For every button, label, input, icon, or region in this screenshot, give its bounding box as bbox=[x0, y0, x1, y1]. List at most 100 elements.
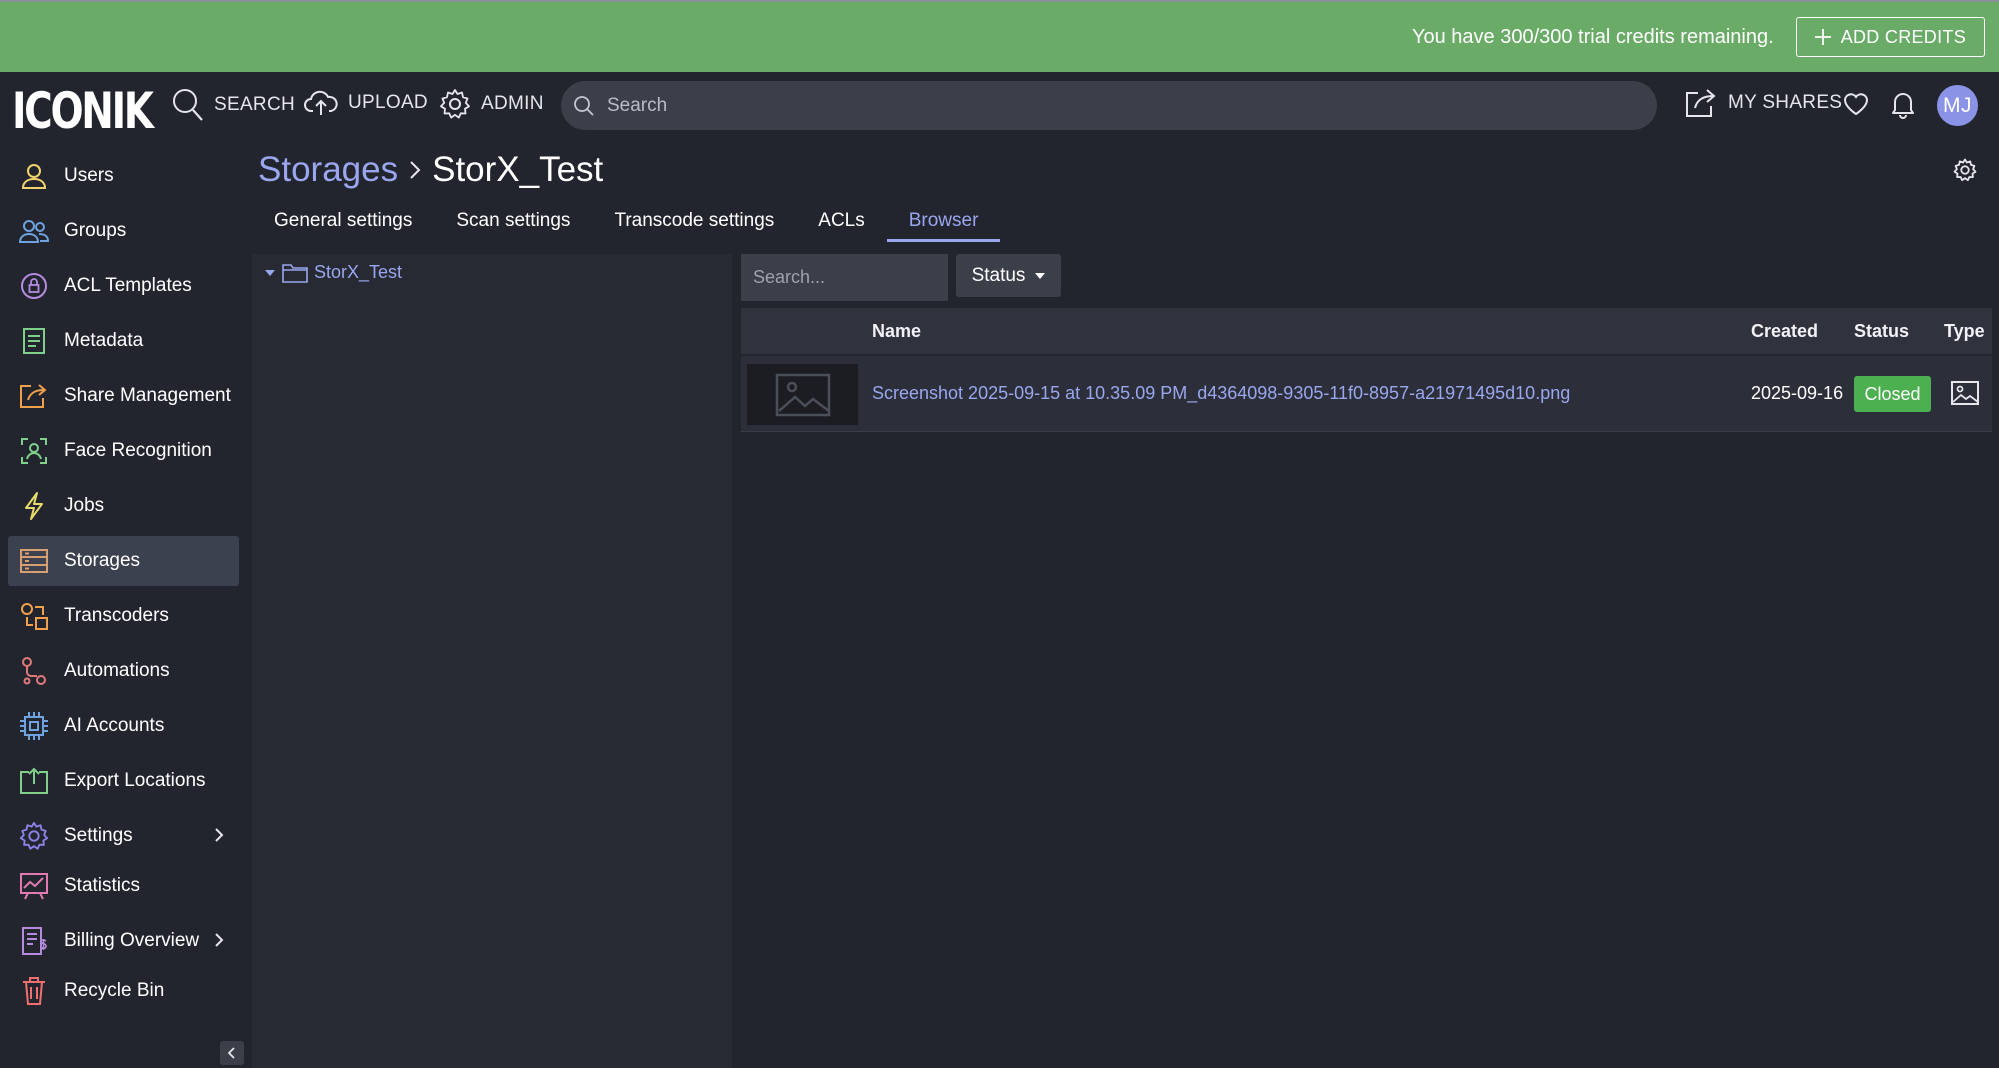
breadcrumb-storages-link[interactable]: Storages bbox=[258, 150, 398, 190]
sidebar-item-automations[interactable]: Automations bbox=[8, 646, 239, 696]
document-icon bbox=[18, 325, 50, 357]
file-name-link[interactable]: Screenshot 2025-09-15 at 10.35.09 PM_d43… bbox=[872, 383, 1570, 404]
my-shares-button[interactable]: MY SHARES bbox=[1684, 88, 1842, 118]
folder-icon bbox=[282, 263, 308, 283]
my-shares-label: MY SHARES bbox=[1728, 92, 1843, 113]
sidebar-item-label: ACL Templates bbox=[64, 275, 192, 296]
sidebar-item-storages[interactable]: Storages bbox=[8, 536, 239, 586]
user-avatar[interactable]: MJ bbox=[1937, 85, 1978, 126]
sidebar-item-label: Recycle Bin bbox=[64, 980, 165, 1001]
top-navigation: ICONIK SEARCH UPLOAD ADMIN MY SHARES bbox=[0, 72, 1999, 142]
gear-icon bbox=[18, 820, 50, 852]
storage-settings-gear-icon[interactable] bbox=[1953, 158, 1977, 182]
plus-icon bbox=[1813, 27, 1833, 47]
nav-admin-label: ADMIN bbox=[481, 93, 544, 114]
sidebar-item-export-locations[interactable]: Export Locations bbox=[8, 756, 239, 806]
tab-transcode-settings[interactable]: Transcode settings bbox=[592, 200, 796, 242]
share-icon bbox=[18, 380, 50, 412]
status-filter-dropdown[interactable]: Status bbox=[956, 254, 1061, 297]
image-placeholder-icon bbox=[775, 373, 831, 417]
sidebar-item-transcoders[interactable]: Transcoders bbox=[8, 591, 239, 641]
caret-down-icon bbox=[1035, 272, 1046, 280]
transcoder-icon bbox=[18, 600, 50, 632]
sidebar-item-ai-accounts[interactable]: AI Accounts bbox=[8, 701, 239, 751]
sidebar-item-settings[interactable]: Settings bbox=[8, 811, 239, 861]
user-icon bbox=[18, 160, 50, 192]
nav-admin-button[interactable]: ADMIN bbox=[439, 88, 544, 120]
gear-icon bbox=[439, 88, 471, 120]
sidebar-item-metadata[interactable]: Metadata bbox=[8, 316, 239, 366]
tab-general-settings[interactable]: General settings bbox=[252, 200, 434, 242]
trial-banner: You have 300/300 trial credits remaining… bbox=[0, 0, 1999, 72]
share-icon bbox=[1684, 88, 1718, 118]
folder-tree-panel: StorX_Test bbox=[252, 254, 732, 1068]
favorites-heart-icon[interactable] bbox=[1843, 91, 1869, 117]
sidebar-item-users[interactable]: Users bbox=[8, 151, 239, 201]
lock-circle-icon bbox=[18, 270, 50, 302]
chevron-right-icon bbox=[408, 159, 422, 181]
sidebar-item-recycle-bin[interactable]: Recycle Bin bbox=[8, 966, 239, 1016]
trash-icon bbox=[18, 975, 50, 1007]
file-created-date: 2025-09-16 bbox=[1751, 383, 1844, 403]
add-credits-label: ADD CREDITS bbox=[1840, 26, 1966, 47]
tab-browser[interactable]: Browser bbox=[886, 200, 1001, 242]
tree-node-label: StorX_Test bbox=[314, 262, 403, 282]
chip-icon bbox=[18, 710, 50, 742]
sidebar-item-label: Storages bbox=[64, 550, 141, 571]
global-search-bar[interactable] bbox=[561, 81, 1657, 130]
status-filter-label: Status bbox=[971, 264, 1026, 286]
search-icon bbox=[172, 88, 204, 122]
table-row[interactable]: Screenshot 2025-09-15 at 10.35.09 PM_d43… bbox=[741, 356, 1992, 432]
column-header-status[interactable]: Status bbox=[1854, 321, 1909, 342]
sidebar-item-label: Metadata bbox=[64, 330, 144, 351]
global-search-input[interactable] bbox=[605, 93, 1605, 118]
sidebar-item-label: Share Management bbox=[64, 385, 231, 406]
image-icon bbox=[1950, 380, 1980, 406]
sidebar-item-billing-overview[interactable]: Billing Overview bbox=[8, 916, 239, 966]
browser-search-input[interactable] bbox=[741, 254, 948, 301]
breadcrumb: Storages StorX_Test bbox=[258, 150, 603, 190]
users-icon bbox=[18, 215, 50, 247]
tab-acls[interactable]: ACLs bbox=[796, 200, 886, 242]
column-header-name[interactable]: Name bbox=[872, 321, 921, 342]
page-title: StorX_Test bbox=[432, 150, 604, 189]
caret-down-icon[interactable] bbox=[264, 268, 276, 278]
add-credits-button[interactable]: ADD CREDITS bbox=[1795, 17, 1985, 57]
nav-search-label: SEARCH bbox=[214, 94, 295, 115]
sidebar-item-share-management[interactable]: Share Management bbox=[8, 371, 239, 421]
admin-sidebar: Users Groups ACL Templates Metadata Shar… bbox=[0, 146, 247, 1068]
automation-icon bbox=[18, 655, 50, 687]
sidebar-item-label: Billing Overview bbox=[64, 930, 200, 951]
nav-upload-button[interactable]: UPLOAD bbox=[304, 88, 428, 118]
sidebar-item-label: Settings bbox=[64, 825, 133, 846]
file-thumbnail[interactable] bbox=[747, 364, 858, 425]
chevron-left-icon bbox=[226, 1046, 238, 1060]
face-scan-icon bbox=[18, 435, 50, 467]
iconik-logo[interactable]: ICONIK bbox=[12, 82, 154, 140]
sidebar-item-label: AI Accounts bbox=[64, 715, 165, 736]
cloud-upload-icon bbox=[304, 88, 338, 118]
tab-scan-settings[interactable]: Scan settings bbox=[434, 200, 592, 242]
sidebar-item-label: Automations bbox=[64, 660, 170, 681]
sidebar-item-label: Users bbox=[64, 165, 114, 186]
notifications-bell-icon[interactable] bbox=[1890, 89, 1916, 119]
sidebar-item-jobs[interactable]: Jobs bbox=[8, 481, 239, 531]
tree-node-root[interactable]: StorX_Test bbox=[264, 262, 402, 283]
column-header-type[interactable]: Type bbox=[1944, 321, 1985, 342]
sidebar-item-label: Face Recognition bbox=[64, 440, 212, 461]
export-icon bbox=[18, 765, 50, 797]
column-header-created[interactable]: Created bbox=[1751, 321, 1818, 342]
sidebar-item-groups[interactable]: Groups bbox=[8, 206, 239, 256]
sidebar-item-label: Transcoders bbox=[64, 605, 169, 626]
search-icon bbox=[573, 95, 595, 117]
nav-search-button[interactable]: SEARCH bbox=[172, 88, 295, 122]
sidebar-item-acl-templates[interactable]: ACL Templates bbox=[8, 261, 239, 311]
file-table-header: Name Created Status Type bbox=[741, 308, 1992, 354]
sidebar-item-face-recognition[interactable]: Face Recognition bbox=[8, 426, 239, 476]
sidebar-item-statistics[interactable]: Statistics bbox=[8, 861, 239, 911]
status-badge: Closed bbox=[1854, 376, 1931, 412]
sidebar-item-label: Export Locations bbox=[64, 770, 206, 791]
bolt-icon bbox=[18, 490, 50, 522]
sidebar-collapse-button[interactable] bbox=[220, 1041, 244, 1065]
sidebar-item-label: Jobs bbox=[64, 495, 105, 516]
